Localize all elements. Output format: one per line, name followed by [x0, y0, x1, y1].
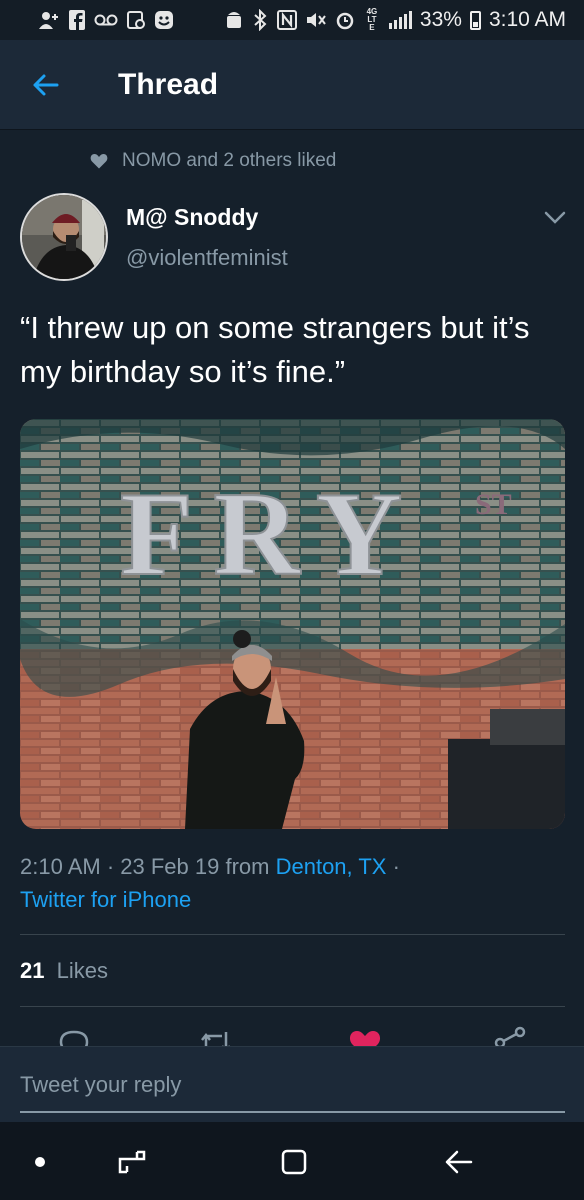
tweet-photo[interactable]: FRY ST — [20, 419, 565, 829]
likes-label: Likes — [56, 958, 108, 983]
network-label: 4G LTE — [366, 7, 378, 32]
battery-icon — [469, 10, 481, 30]
nfc-icon — [276, 9, 297, 31]
alarm-icon — [335, 9, 355, 31]
screenshot-icon — [126, 9, 146, 31]
status-time: 3:10 AM — [488, 8, 566, 31]
likes-row[interactable]: 21 Likes — [20, 958, 108, 984]
meta-separator: · — [392, 854, 400, 879]
system-nav-bar — [0, 1122, 584, 1200]
timestamp: 2:10 AM · 23 Feb 19 from — [20, 854, 270, 879]
photo-brick-wall-sign: FRY ST — [20, 419, 565, 829]
page-title: Thread — [118, 67, 219, 101]
retweet-icon — [201, 1032, 231, 1048]
reply-input[interactable] — [20, 1059, 565, 1113]
more-options-button[interactable] — [540, 206, 570, 230]
author-name[interactable]: M@ Snoddy — [126, 204, 258, 231]
facebook-icon — [68, 9, 86, 31]
dot-icon — [35, 1157, 45, 1167]
data-icon: 4G LTE — [363, 7, 381, 32]
back-button[interactable] — [22, 62, 68, 108]
signal-icon — [388, 11, 412, 29]
reply-button[interactable] — [54, 1026, 94, 1048]
back-arrow-icon — [445, 1150, 473, 1174]
tweet-text: “I threw up on some strangers but it’s m… — [20, 310, 530, 389]
mute-icon — [305, 9, 327, 31]
app-header: Thread — [0, 40, 584, 130]
location-link[interactable]: Denton, TX — [276, 854, 387, 879]
nav-dot-button[interactable] — [18, 1140, 62, 1184]
like-icon — [349, 1031, 381, 1048]
status-bar-right: 4G LTE 33% 3:10 AM — [225, 8, 566, 32]
chevron-down-icon — [544, 211, 566, 224]
status-bar-left — [38, 9, 174, 31]
recents-button[interactable] — [110, 1140, 154, 1184]
emoji-icon — [154, 9, 174, 31]
bluetooth-icon — [251, 9, 269, 31]
voicemail-icon — [94, 9, 118, 31]
sign-letters: FRY — [120, 467, 422, 600]
social-context-text[interactable]: NOMO and 2 others liked — [122, 150, 336, 172]
tweet-meta: 2:10 AM · 23 Feb 19 from Denton, TX · Tw… — [20, 850, 568, 916]
client-link[interactable]: Twitter for iPhone — [20, 887, 191, 912]
home-button[interactable] — [272, 1140, 316, 1184]
share-button[interactable] — [490, 1026, 530, 1048]
home-icon — [281, 1149, 307, 1175]
battery-percent: 33% — [419, 8, 462, 31]
avatar-photo — [22, 195, 106, 279]
divider — [20, 1006, 565, 1007]
author-handle[interactable]: @violentfeminist — [126, 245, 288, 271]
arrow-left-icon — [33, 74, 59, 95]
status-bar: 4G LTE 33% 3:10 AM — [0, 0, 584, 40]
divider — [20, 934, 565, 935]
add-person-icon — [38, 9, 60, 31]
reply-icon — [59, 1030, 89, 1048]
recents-icon — [118, 1150, 146, 1174]
system-back-button[interactable] — [436, 1140, 480, 1184]
heart-icon — [90, 154, 108, 169]
reply-composer — [0, 1046, 584, 1122]
android-icon — [225, 9, 243, 31]
likes-count: 21 — [20, 958, 45, 983]
social-context: NOMO and 2 others liked — [90, 150, 336, 172]
sign-suffix: ST — [475, 488, 512, 521]
share-icon — [494, 1026, 526, 1048]
retweet-button[interactable] — [196, 1026, 236, 1048]
like-button[interactable] — [345, 1026, 385, 1048]
avatar[interactable] — [20, 193, 108, 281]
